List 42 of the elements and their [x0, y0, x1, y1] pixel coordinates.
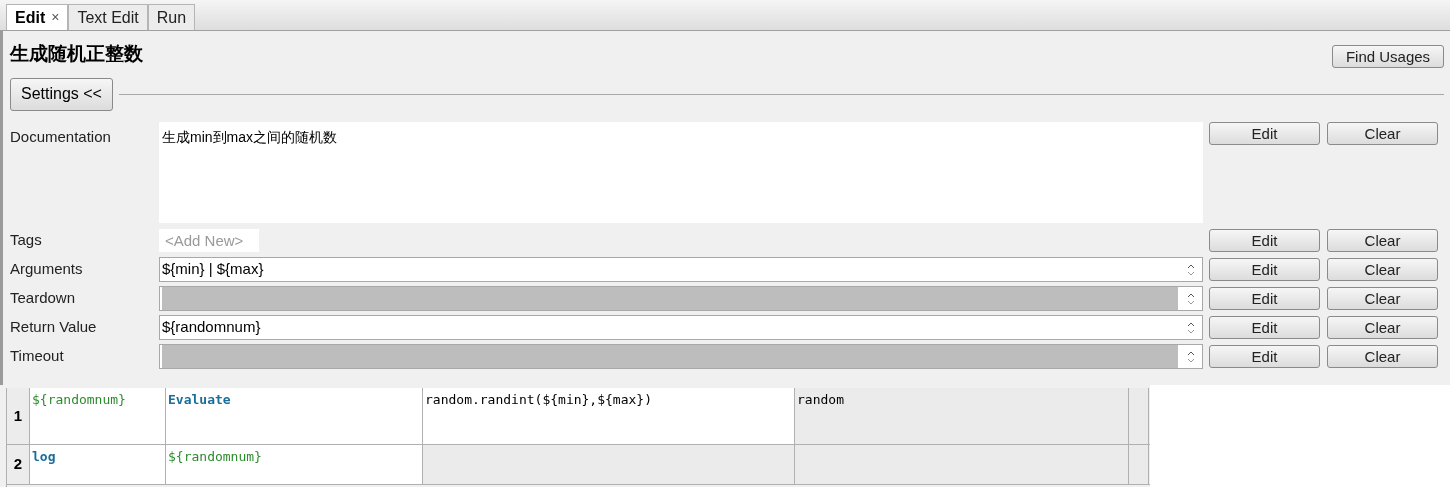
tab[interactable]: Run	[147, 4, 196, 30]
grid-cell[interactable]	[1129, 388, 1149, 444]
text-field[interactable]: ${min} | ${max}	[159, 257, 1203, 282]
grid-cell[interactable]	[795, 445, 1129, 484]
field-label: Tags	[10, 230, 43, 251]
text-field[interactable]: ${randomnum}	[159, 315, 1203, 340]
spinner-arrows-icon[interactable]	[1187, 320, 1195, 335]
field-label: Documentation	[10, 127, 112, 147]
settings-button[interactable]: Settings <<	[10, 77, 113, 111]
grid-cell[interactable]: log	[30, 445, 166, 484]
tab-label: Edit	[15, 7, 46, 28]
grid-cell[interactable]: Evaluate	[166, 388, 423, 444]
grid-cell[interactable]: ${randomnum}	[166, 445, 423, 484]
row-number: 1	[6, 388, 30, 444]
tag-input-field[interactable]: <Add New>	[159, 229, 259, 252]
field-label: Arguments	[10, 259, 84, 280]
tab[interactable]: Edit ×	[6, 4, 69, 30]
action-button[interactable]: Clear	[1327, 258, 1438, 281]
action-button[interactable]: Find Usages	[1332, 44, 1444, 68]
grid-cell[interactable]	[1129, 445, 1149, 484]
action-button[interactable]: Clear	[1327, 316, 1438, 339]
grid-cell[interactable]: random	[795, 388, 1129, 444]
close-icon[interactable]: ×	[51, 7, 60, 28]
action-button[interactable]: Edit	[1209, 316, 1320, 339]
action-button[interactable]: Edit	[1209, 122, 1320, 145]
documentation-field[interactable]: 生成min到max之间的随机数	[159, 122, 1203, 223]
field-label: Return Value	[10, 317, 98, 338]
grid-cell[interactable]: ${randomnum}	[30, 388, 166, 444]
tab-label: Run	[156, 7, 187, 28]
action-button[interactable]: Clear	[1327, 229, 1438, 252]
action-button[interactable]: Edit	[1209, 229, 1320, 252]
field-label: Timeout	[10, 346, 65, 367]
action-button[interactable]: Clear	[1327, 122, 1438, 145]
field-label: Teardown	[10, 288, 77, 309]
grid-cell[interactable]: random.randint(${min},${max})	[423, 388, 795, 444]
spinner-arrows-icon[interactable]	[1187, 262, 1195, 277]
grid-cell[interactable]	[423, 445, 795, 484]
row-number: 2	[6, 445, 30, 484]
tab[interactable]: Text Edit	[68, 4, 148, 30]
keyword-title: 生成随机正整数	[10, 40, 143, 66]
tab-label: Text Edit	[77, 7, 139, 28]
action-button[interactable]: Edit	[1209, 258, 1320, 281]
